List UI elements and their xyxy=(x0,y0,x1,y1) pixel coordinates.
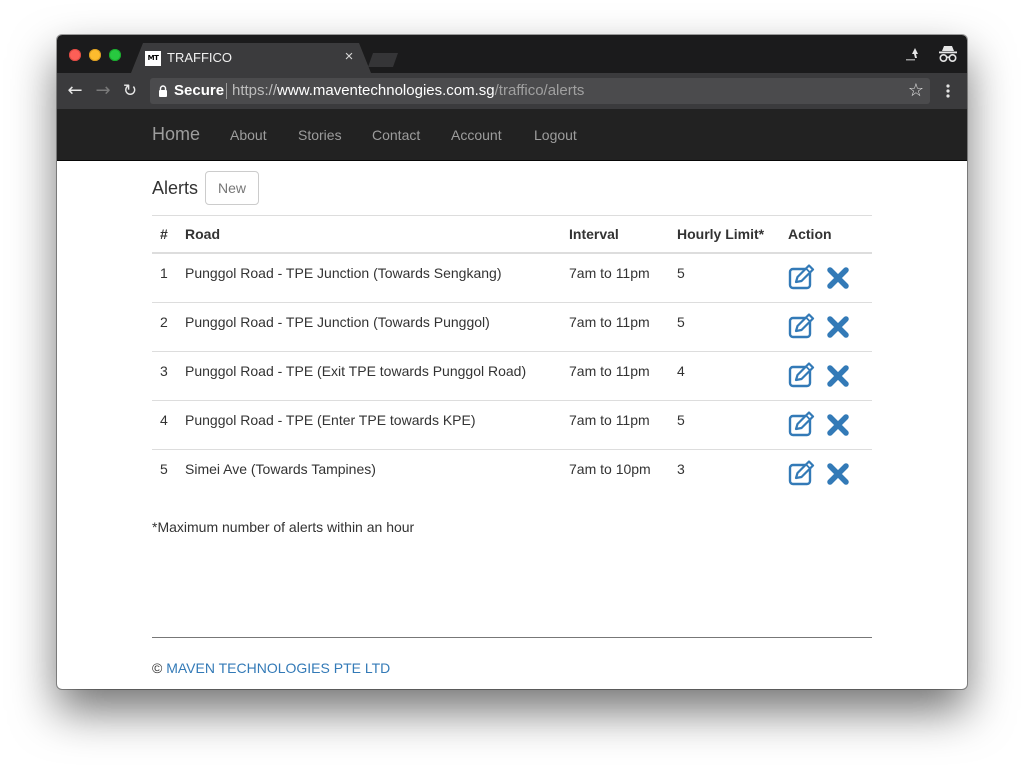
row-number: 5 xyxy=(160,461,168,477)
nav-link-contact[interactable]: Contact xyxy=(372,126,420,144)
delete-icon[interactable] xyxy=(827,414,849,436)
new-alert-button[interactable]: New xyxy=(205,171,259,205)
header-action: Action xyxy=(788,226,832,242)
footer-company-link[interactable]: MAVEN TECHNOLOGIES PTE LTD xyxy=(166,660,390,676)
row-number: 4 xyxy=(160,412,168,428)
forward-arrow-icon[interactable]: → xyxy=(93,81,113,101)
cursor-icon xyxy=(906,48,918,61)
tab-close-icon[interactable]: × xyxy=(341,49,357,65)
alerts-table: # Road Interval Hourly Limit* Action 1 P… xyxy=(152,215,872,498)
edit-icon[interactable] xyxy=(788,362,816,388)
table-row: 4 Punggol Road - TPE (Enter TPE towards … xyxy=(152,400,872,449)
delete-icon[interactable] xyxy=(827,267,849,289)
minimize-window-button[interactable] xyxy=(89,49,101,61)
row-road: Simei Ave (Towards Tampines) xyxy=(185,461,376,477)
site-navbar: Home About Stories Contact Account Logou… xyxy=(57,109,967,161)
row-interval: 7am to 10pm xyxy=(569,461,651,477)
incognito-icon xyxy=(939,46,957,63)
row-hourly-limit: 5 xyxy=(677,412,685,428)
url-scheme: https:// xyxy=(232,82,278,99)
browser-tab-active[interactable]: MT TRAFFICO × xyxy=(131,43,371,73)
url-text[interactable]: https://www.maventechnologies.com.sg/tra… xyxy=(232,82,584,100)
delete-icon[interactable] xyxy=(827,316,849,338)
copyright-symbol: © xyxy=(152,660,163,676)
row-number: 2 xyxy=(160,314,168,330)
browser-menu-icon[interactable] xyxy=(941,81,955,101)
row-hourly-limit: 4 xyxy=(677,363,685,379)
row-interval: 7am to 11pm xyxy=(569,314,650,330)
browser-window: MT TRAFFICO × ← → ↻ Secure https://www.m… xyxy=(57,35,967,689)
delete-icon[interactable] xyxy=(827,365,849,387)
url-host: www.maventechnologies.com.sg xyxy=(277,82,495,99)
navbar-brand-home[interactable]: Home xyxy=(152,123,200,145)
zoom-window-button[interactable] xyxy=(109,49,121,61)
tab-title: TRAFFICO xyxy=(167,50,232,65)
close-window-button[interactable] xyxy=(69,49,81,61)
row-road: Punggol Road - TPE Junction (Towards Sen… xyxy=(185,265,502,281)
favicon-icon: MT xyxy=(145,51,161,66)
tab-bar: MT TRAFFICO × xyxy=(57,35,967,73)
site-footer: © MAVEN TECHNOLOGIES PTE LTD xyxy=(152,660,390,677)
back-arrow-icon[interactable]: ← xyxy=(65,81,85,101)
row-road: Punggol Road - TPE (Exit TPE towards Pun… xyxy=(185,363,527,379)
table-row: 3 Punggol Road - TPE (Exit TPE towards P… xyxy=(152,351,872,400)
footer-divider xyxy=(152,637,872,638)
table-row: 2 Punggol Road - TPE Junction (Towards P… xyxy=(152,302,872,351)
row-hourly-limit: 5 xyxy=(677,314,685,330)
secure-label: Secure xyxy=(174,82,225,99)
edit-icon[interactable] xyxy=(788,313,816,339)
header-road: Road xyxy=(185,226,220,242)
header-hourly-limit: Hourly Limit* xyxy=(677,226,765,242)
desktop-background: MT TRAFFICO × ← → ↻ Secure https://www.m… xyxy=(0,0,1024,768)
row-interval: 7am to 11pm xyxy=(569,363,650,379)
nav-link-logout[interactable]: Logout xyxy=(534,126,577,144)
bookmark-star-icon[interactable]: ☆ xyxy=(906,81,926,101)
lock-icon xyxy=(159,85,167,97)
hourly-limit-footnote: *Maximum number of alerts within an hour xyxy=(152,519,415,535)
row-interval: 7am to 11pm xyxy=(569,265,650,281)
nav-link-about[interactable]: About xyxy=(230,126,267,144)
row-hourly-limit: 3 xyxy=(677,461,685,477)
row-interval: 7am to 11pm xyxy=(569,412,650,428)
browser-toolbar: ← → ↻ Secure https://www.maventechnologi… xyxy=(57,73,967,109)
reload-icon[interactable]: ↻ xyxy=(120,81,140,101)
delete-icon[interactable] xyxy=(827,463,849,485)
page-title: Alerts xyxy=(152,178,199,198)
url-path: /traffico/alerts xyxy=(494,82,585,99)
url-divider xyxy=(226,83,227,99)
header-number: # xyxy=(160,226,168,242)
nav-link-account[interactable]: Account xyxy=(451,126,502,144)
row-number: 3 xyxy=(160,363,168,379)
address-bar[interactable]: Secure https://www.maventechnologies.com… xyxy=(150,78,930,104)
edit-icon[interactable] xyxy=(788,460,816,486)
table-header-row: # Road Interval Hourly Limit* Action xyxy=(152,215,872,254)
table-row: 5 Simei Ave (Towards Tampines) 7am to 10… xyxy=(152,449,872,498)
row-number: 1 xyxy=(160,265,168,281)
edit-icon[interactable] xyxy=(788,264,816,290)
row-road: Punggol Road - TPE (Enter TPE towards KP… xyxy=(185,412,476,428)
row-road: Punggol Road - TPE Junction (Towards Pun… xyxy=(185,314,490,330)
edit-icon[interactable] xyxy=(788,411,816,437)
new-tab-button[interactable] xyxy=(368,53,398,67)
table-row: 1 Punggol Road - TPE Junction (Towards S… xyxy=(152,254,872,302)
row-hourly-limit: 5 xyxy=(677,265,685,281)
nav-link-stories[interactable]: Stories xyxy=(298,126,342,144)
header-interval: Interval xyxy=(569,226,619,242)
